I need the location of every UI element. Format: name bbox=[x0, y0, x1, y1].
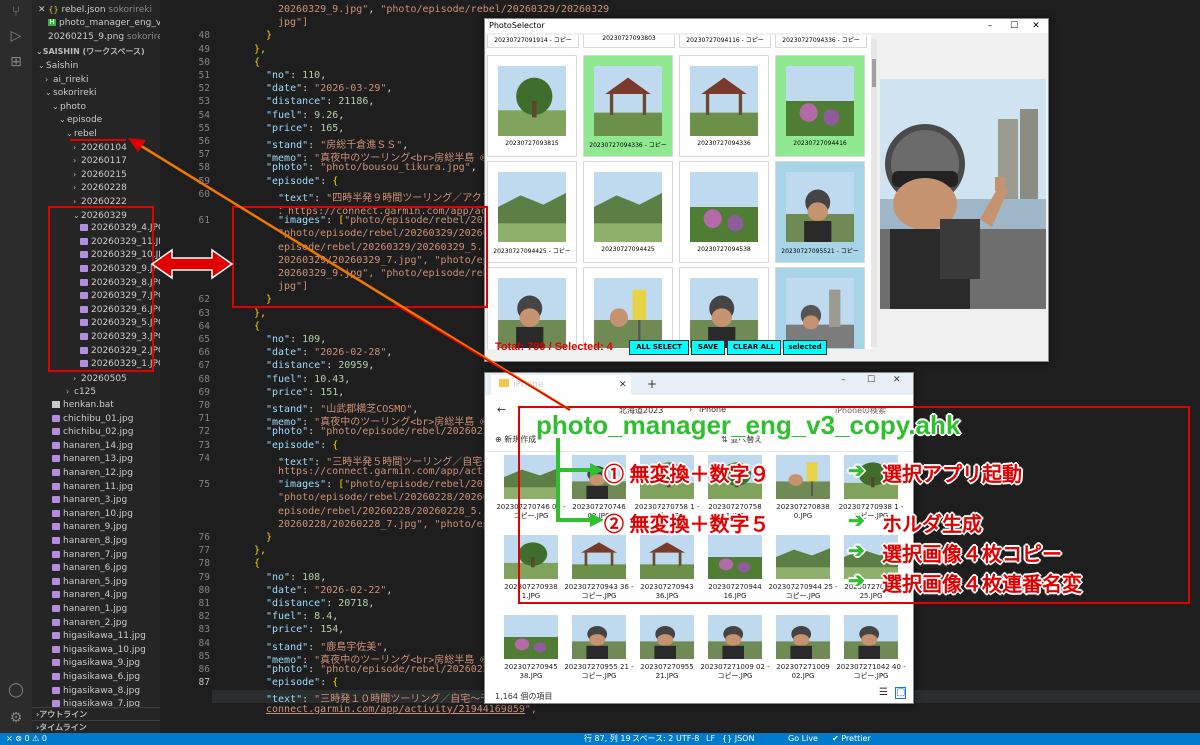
green-arrow-icon: ➔ bbox=[848, 570, 865, 592]
annotation-step2: ② 無変換＋数字５ bbox=[604, 514, 770, 536]
green-arrow-icon: ➔ bbox=[848, 510, 865, 532]
annotation-step1: ① 無変換＋数字９ bbox=[604, 464, 770, 486]
cursor-position[interactable]: 行 87, 列 19 bbox=[584, 733, 631, 745]
go-live[interactable]: Go Live bbox=[788, 733, 818, 745]
annotation-step3-result: 選択画像４枚コピー bbox=[882, 544, 1062, 566]
problems-indicator[interactable]: ⨯ ⊗ 0 ⚠ 0 bbox=[6, 733, 47, 745]
encoding[interactable]: UTF-8 bbox=[676, 733, 699, 745]
annotation-step4-result: 選択画像４枚連番名変 bbox=[882, 574, 1082, 596]
indent-setting[interactable]: スペース: 2 bbox=[632, 733, 673, 745]
annotation-step2-result: ホルダ生成 bbox=[882, 514, 982, 536]
annotation-script-name: photo_manager_eng_v3_copy.ahk bbox=[536, 410, 961, 440]
annotation-arrows bbox=[70, 138, 604, 527]
eol[interactable]: LF bbox=[706, 733, 715, 745]
language-mode[interactable]: {} JSON bbox=[722, 733, 754, 745]
status-bar: ⨯ ⊗ 0 ⚠ 0 行 87, 列 19 スペース: 2 UTF-8 LF {}… bbox=[0, 733, 1200, 745]
prettier[interactable]: ✔ Prettier bbox=[832, 733, 871, 745]
green-arrow-icon: ➔ bbox=[848, 460, 865, 482]
green-arrow-icon: ➔ bbox=[848, 540, 865, 562]
annotation-step1-result: 選択アプリ起動 bbox=[882, 464, 1022, 486]
